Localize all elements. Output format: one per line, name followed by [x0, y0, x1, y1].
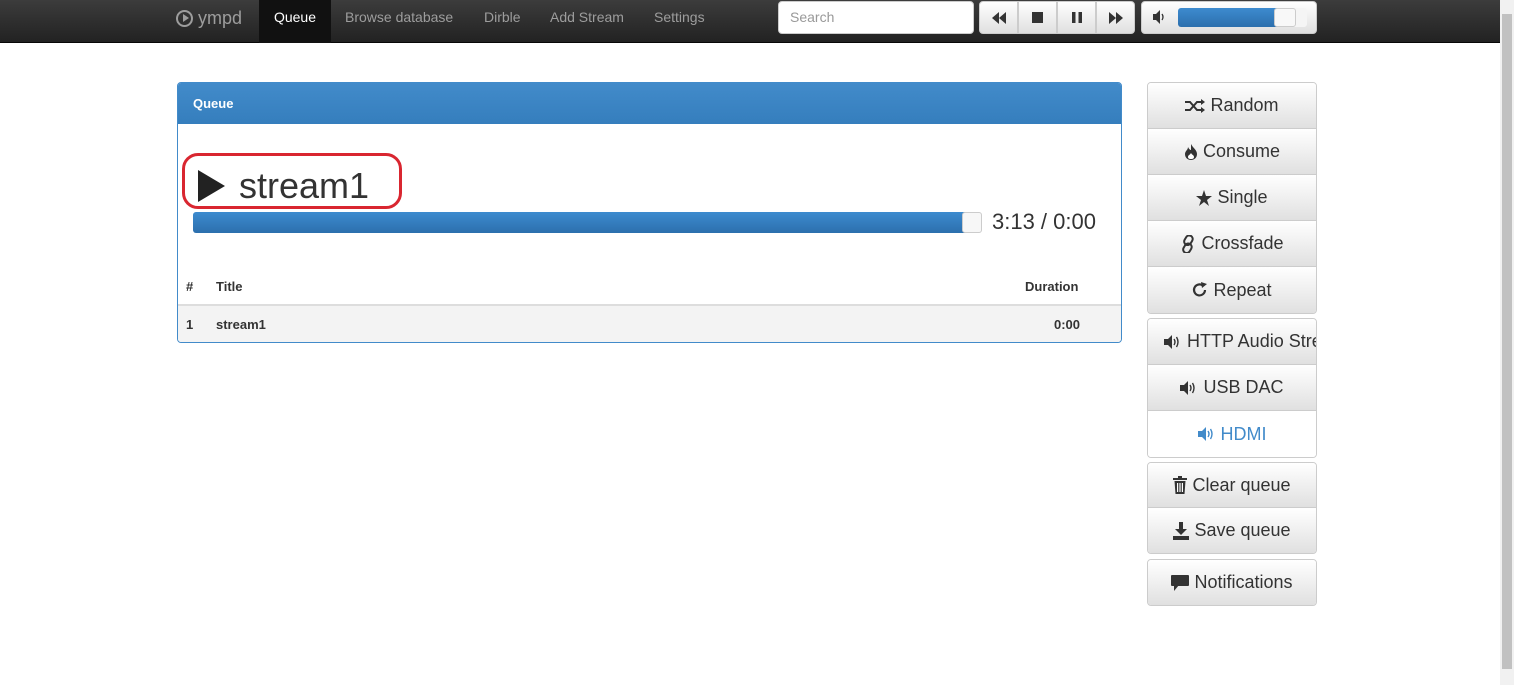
single-button[interactable]: Single	[1148, 175, 1316, 221]
table-row[interactable]: 1 stream1 0:00	[178, 306, 1121, 342]
scrollbar-thumb[interactable]	[1502, 14, 1512, 669]
volume-control	[1141, 1, 1317, 34]
save-queue-button[interactable]: Save queue	[1148, 508, 1316, 553]
crossfade-label: Crossfade	[1201, 233, 1284, 253]
notifications-button[interactable]: Notifications	[1148, 560, 1316, 605]
volume-slider-handle[interactable]	[1274, 8, 1296, 27]
link-icon	[1180, 234, 1196, 253]
nav-queue[interactable]: Queue	[259, 0, 331, 43]
brand-label: ympd	[198, 7, 243, 28]
column-header-number: #	[186, 279, 194, 294]
output-http-audio-stream[interactable]: HTTP Audio Stream	[1148, 319, 1316, 365]
navbar: ympd Queue Browse database Dirble Add St…	[0, 0, 1500, 43]
clear-queue-label: Clear queue	[1192, 474, 1291, 495]
nav-add-stream[interactable]: Add Stream	[550, 0, 624, 36]
output-http-label: HTTP Audio Stream	[1187, 331, 1316, 351]
nav-dirble[interactable]: Dirble	[484, 0, 521, 36]
play-state-icon	[198, 170, 225, 202]
volume-slider[interactable]	[1178, 8, 1307, 27]
output-usb-dac[interactable]: USB DAC	[1148, 365, 1316, 411]
time-display: 3:13 / 0:00	[992, 209, 1096, 234]
nav-browse-database[interactable]: Browse database	[345, 0, 453, 36]
notifications-label: Notifications	[1194, 572, 1293, 592]
progress-bar-fill	[193, 212, 972, 233]
volume-icon	[1180, 380, 1198, 395]
volume-icon	[1164, 334, 1182, 349]
clear-queue-button[interactable]: Clear queue	[1148, 463, 1316, 508]
now-playing-title: stream1	[239, 165, 370, 206]
repeat-label: Repeat	[1213, 279, 1272, 300]
stop-button[interactable]	[1018, 1, 1057, 34]
output-hdmi[interactable]: HDMI	[1148, 411, 1316, 457]
output-usb-label: USB DAC	[1203, 377, 1284, 397]
mode-buttons: Random Consume Single Crossfade Repeat	[1147, 82, 1317, 314]
playback-controls	[979, 1, 1135, 34]
single-label: Single	[1217, 187, 1268, 207]
repeat-button[interactable]: Repeat	[1148, 267, 1316, 313]
progress-bar-handle[interactable]	[962, 212, 982, 233]
output-hdmi-label: HDMI	[1220, 423, 1267, 444]
trash-icon	[1173, 476, 1188, 494]
search-input[interactable]: Search	[778, 1, 974, 34]
play-circle-icon	[176, 9, 193, 27]
backward-icon	[991, 11, 1006, 24]
shuffle-icon	[1185, 98, 1206, 113]
repeat-icon	[1192, 282, 1208, 298]
download-icon	[1173, 521, 1190, 540]
comment-icon	[1171, 574, 1190, 591]
row-title: stream1	[216, 317, 266, 332]
column-header-duration: Duration	[1025, 279, 1079, 294]
brand[interactable]: ympd	[176, 0, 242, 36]
pause-icon	[1071, 12, 1082, 23]
page-scrollbar[interactable]	[1500, 0, 1514, 685]
stop-icon	[1032, 12, 1043, 23]
star-icon	[1196, 189, 1213, 206]
volume-icon	[1197, 427, 1216, 441]
next-button[interactable]	[1096, 1, 1135, 34]
progress-bar[interactable]	[193, 212, 982, 233]
output-buttons: HTTP Audio Stream USB DAC HDMI	[1147, 318, 1317, 458]
pause-button[interactable]	[1057, 1, 1096, 34]
random-label: Random	[1210, 95, 1279, 115]
forward-icon	[1108, 11, 1123, 24]
queue-panel-heading: Queue	[178, 83, 1121, 124]
volume-slider-fill	[1178, 8, 1285, 27]
now-playing: stream1	[198, 165, 369, 207]
volume-icon	[1153, 10, 1164, 24]
fire-icon	[1184, 143, 1198, 160]
save-queue-label: Save queue	[1194, 520, 1291, 540]
row-duration: 0:00	[1054, 317, 1081, 332]
consume-label: Consume	[1202, 141, 1281, 161]
row-number: 1	[186, 317, 194, 332]
nav-settings[interactable]: Settings	[654, 0, 705, 36]
notifications-group: Notifications	[1147, 559, 1317, 606]
queue-actions: Clear queue Save queue	[1147, 462, 1317, 554]
crossfade-button[interactable]: Crossfade	[1148, 221, 1316, 267]
queue-panel: Queue stream1 3:13 / 0:00 # Title Durati…	[177, 82, 1122, 343]
consume-button[interactable]: Consume	[1148, 129, 1316, 175]
random-button[interactable]: Random	[1148, 83, 1316, 129]
column-header-title: Title	[216, 279, 243, 294]
previous-button[interactable]	[979, 1, 1018, 34]
